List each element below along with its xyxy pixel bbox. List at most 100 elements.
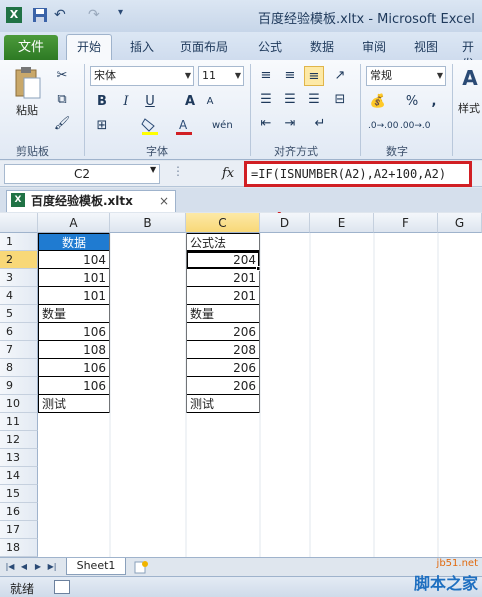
align-center-icon[interactable]: ☰ <box>280 90 300 110</box>
row-header[interactable]: 10 <box>0 395 38 413</box>
row-header[interactable]: 3 <box>0 269 38 287</box>
phonetic-icon[interactable]: wén <box>212 116 233 136</box>
font-color-icon[interactable]: A <box>174 116 194 136</box>
excel-icon: X <box>6 7 22 23</box>
underline-button[interactable]: U <box>140 92 160 112</box>
column-header-e[interactable]: E <box>310 213 374 233</box>
align-bottom-icon[interactable]: ≡ <box>304 66 324 86</box>
row-header[interactable]: 6 <box>0 323 38 341</box>
tab-home[interactable]: 开始 <box>66 34 113 60</box>
close-document-icon[interactable]: × <box>159 191 169 211</box>
bold-button[interactable]: B <box>92 92 112 112</box>
ribbon-tab-bar: 文件 开始 插入 页面布局 公式 数据 审阅 视图 开发 <box>0 32 482 71</box>
merge-center-icon[interactable]: ⊟ <box>330 90 350 110</box>
cut-icon[interactable]: ✂ <box>52 66 72 86</box>
orientation-icon[interactable]: ↗ <box>330 66 350 86</box>
tab-view[interactable]: 视图 <box>414 38 438 55</box>
font-name-select[interactable]: 宋体 ▼ <box>90 66 194 86</box>
italic-button[interactable]: I <box>116 92 136 112</box>
font-size-select[interactable]: 11 ▼ <box>198 66 244 86</box>
status-ready: 就绪 <box>10 582 35 596</box>
sheet-tab-sheet1[interactable]: Sheet1 <box>66 558 126 575</box>
tab-insert[interactable]: 插入 <box>130 38 154 55</box>
workbook-icon: X <box>11 193 25 207</box>
row-header[interactable]: 1 <box>0 233 38 251</box>
borders-icon[interactable]: ⊞ <box>92 116 112 136</box>
tab-page-layout[interactable]: 页面布局 <box>180 38 228 55</box>
align-top-icon[interactable]: ≡ <box>256 66 276 86</box>
title-bar: X ↶ ↷ ▾ 百度经验模板.xltx - Microsoft Excel <box>0 0 482 32</box>
comma-button[interactable]: , <box>424 92 444 112</box>
group-divider <box>360 64 361 156</box>
row-header[interactable]: 18 <box>0 539 38 557</box>
tab-formulas[interactable]: 公式 <box>258 38 282 55</box>
name-box-dropdown-icon[interactable]: ▼ <box>150 165 156 174</box>
undo-icon[interactable]: ↶ <box>54 7 70 23</box>
save-icon[interactable] <box>32 7 48 23</box>
wrap-text-icon[interactable]: ↵ <box>310 114 330 134</box>
gridlines <box>109 233 439 557</box>
styles-label[interactable]: 样式 <box>458 100 480 116</box>
tab-review[interactable]: 审阅 <box>362 38 386 55</box>
row-header[interactable]: 15 <box>0 485 38 503</box>
row-header[interactable]: 12 <box>0 431 38 449</box>
row-header[interactable]: 16 <box>0 503 38 521</box>
row-header[interactable]: 8 <box>0 359 38 377</box>
last-sheet-icon[interactable]: ▶| <box>46 560 58 574</box>
row-header[interactable]: 5 <box>0 305 38 323</box>
shrink-font-icon[interactable]: A <box>200 92 220 112</box>
paste-icon[interactable] <box>12 66 42 100</box>
status-bar: 就绪 <box>0 576 482 597</box>
increase-indent-icon[interactable]: ⇥ <box>280 114 300 134</box>
tab-data[interactable]: 数据 <box>310 38 334 55</box>
decrease-indent-icon[interactable]: ⇤ <box>256 114 276 134</box>
column-header-b[interactable]: B <box>110 213 186 233</box>
customize-qat-icon[interactable]: ▾ <box>118 7 134 23</box>
row-header[interactable]: 7 <box>0 341 38 359</box>
next-sheet-icon[interactable]: ▶ <box>32 560 44 574</box>
styles-icon[interactable]: A <box>460 68 480 88</box>
copy-icon[interactable]: ⧉ <box>52 90 72 110</box>
row-header[interactable]: 2 <box>0 251 38 269</box>
watermark-brand: 脚本之家 <box>413 574 478 593</box>
column-header-f[interactable]: F <box>374 213 438 233</box>
align-middle-icon[interactable]: ≡ <box>280 66 300 86</box>
macro-record-icon[interactable] <box>54 580 70 594</box>
prev-sheet-icon[interactable]: ◀ <box>18 560 30 574</box>
document-tab-bar: X 百度经验模板.xltx × <box>0 188 482 212</box>
row-header[interactable]: 14 <box>0 467 38 485</box>
group-alignment: 对齐方式 <box>274 145 318 158</box>
insert-sheet-icon[interactable] <box>132 560 150 574</box>
grow-font-icon[interactable]: A <box>180 92 200 112</box>
format-painter-icon[interactable]: 🖌 <box>52 114 72 134</box>
column-header-c[interactable]: C <box>186 213 260 233</box>
number-format-select[interactable]: 常规 ▼ <box>366 66 446 86</box>
decrease-decimal-icon[interactable]: .00→.0 <box>400 116 430 136</box>
select-all-button[interactable] <box>0 213 38 233</box>
currency-icon[interactable]: 💰 <box>368 92 388 112</box>
row-header[interactable]: 13 <box>0 449 38 467</box>
column-header-a[interactable]: A <box>38 213 110 233</box>
formula-input[interactable]: =IF(ISNUMBER(A2),A2+100,A2) <box>244 161 472 187</box>
tab-file[interactable]: 文件 <box>4 35 58 60</box>
document-tab[interactable]: X 百度经验模板.xltx × <box>6 190 176 212</box>
percent-button[interactable]: % <box>402 92 422 112</box>
align-right-icon[interactable]: ☰ <box>304 90 324 110</box>
increase-decimal-icon[interactable]: .0→.00 <box>368 116 398 136</box>
name-box[interactable]: C2 <box>4 164 160 184</box>
row-header[interactable]: 11 <box>0 413 38 431</box>
fill-color-icon[interactable] <box>140 116 160 136</box>
align-left-icon[interactable]: ☰ <box>256 90 276 110</box>
spreadsheet-grid[interactable]: A B C D E F G 1 2 3 4 5 6 7 8 9 10 11 12… <box>0 213 482 557</box>
column-header-d[interactable]: D <box>260 213 310 233</box>
redo-icon[interactable]: ↷ <box>88 7 104 23</box>
first-sheet-icon[interactable]: |◀ <box>4 560 16 574</box>
group-number: 数字 <box>386 145 408 158</box>
row-header[interactable]: 9 <box>0 377 38 395</box>
row-header[interactable]: 17 <box>0 521 38 539</box>
paste-label[interactable]: 粘贴 <box>16 102 38 118</box>
insert-function-button[interactable]: fx <box>222 166 234 181</box>
group-divider <box>250 64 251 156</box>
column-header-g[interactable]: G <box>438 213 482 233</box>
row-header[interactable]: 4 <box>0 287 38 305</box>
